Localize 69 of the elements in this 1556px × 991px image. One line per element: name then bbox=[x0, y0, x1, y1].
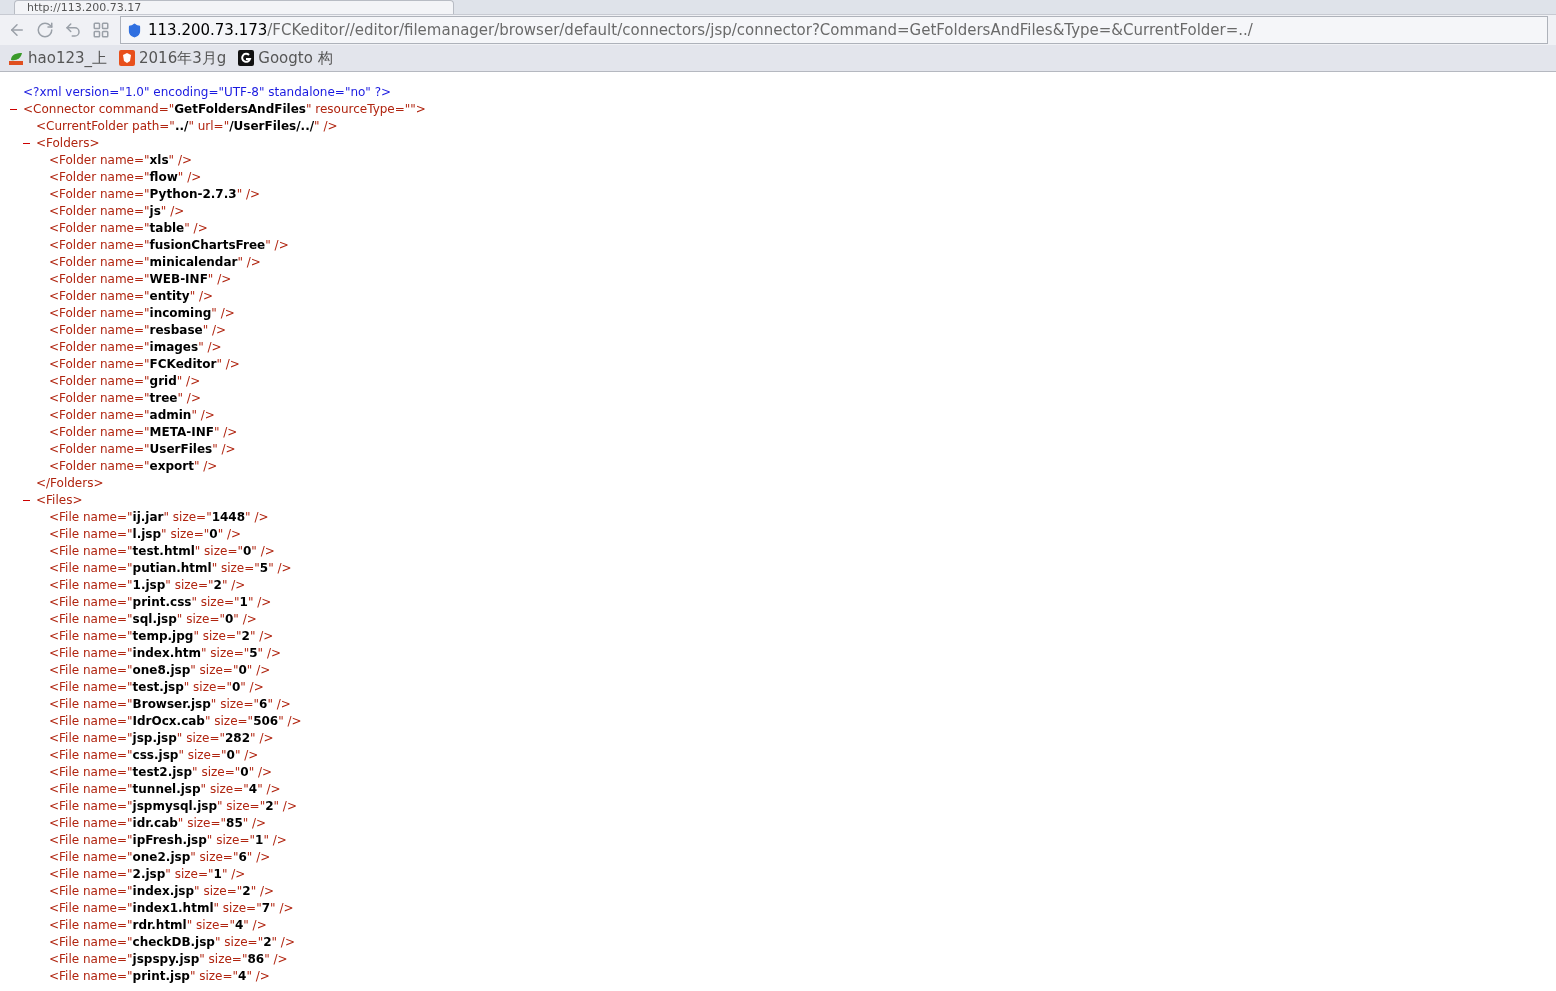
g-logo-icon bbox=[238, 50, 255, 66]
xml-element-line: <File name="jspmysql.jsp" size="2" /> bbox=[49, 798, 297, 815]
xml-element-line: <File name="one8.jsp" size="0" /> bbox=[49, 662, 271, 679]
xml-element-line: <File name="jsp.jsp" size="282" /> bbox=[49, 730, 274, 747]
xml-element-line: <File name="jspspy.jsp" size="86" /> bbox=[49, 951, 288, 968]
xml-element-line: <Folder name="resbase" /> bbox=[49, 322, 227, 339]
xml-element-line: <Folder name="images" /> bbox=[49, 339, 222, 356]
xml-element-line: <Folder name="js" /> bbox=[49, 203, 185, 220]
xml-element-line: <Folder name="admin" /> bbox=[49, 407, 215, 424]
xml-element-line: <File name="ipFresh.jsp" size="1" /> bbox=[49, 832, 287, 849]
xml-element-line: <File name="test2.jsp" size="0" /> bbox=[49, 764, 273, 781]
xml-element-line: <File name="ij.jar" size="1448" /> bbox=[49, 509, 269, 526]
bookmark-link[interactable]: Googto 构 bbox=[238, 46, 333, 70]
url-text: 113.200.73.173/FCKeditor//editor/filemanager/browser/default/connectors/jsp/connector?Command=GetFoldersAndFiles&Type=&CurrentFolder=../ bbox=[148, 19, 1253, 41]
xml-element-line: <File name="IdrOcx.cab" size="506" /> bbox=[49, 713, 302, 730]
xml-element-line: <File name="rdr.html" size="4" /> bbox=[49, 917, 267, 934]
xml-element-line: <File name="checkDB.jsp" size="2" /> bbox=[49, 934, 295, 951]
xml-element-line: <Folder name="entity" /> bbox=[49, 288, 214, 305]
shield-icon bbox=[127, 22, 142, 38]
back-icon[interactable] bbox=[8, 21, 26, 39]
xml-element-line: <File name="Browser.jsp" size="6" /> bbox=[49, 696, 291, 713]
xml-element-line: <File name="index1.html" size="7" /> bbox=[49, 900, 294, 917]
xml-element-line: <File name="index.htm" size="5" /> bbox=[49, 645, 281, 662]
xml-element-line: <Files> bbox=[36, 492, 83, 509]
xml-element-line: <File name="one2.jsp" size="6" /> bbox=[49, 849, 271, 866]
xml-element-line: <Folder name="table" /> bbox=[49, 220, 208, 237]
xml-element-line: <File name="test.html" size="0" /> bbox=[49, 543, 275, 560]
xml-element-line: <File name="sql.jsp" size="0" /> bbox=[49, 611, 257, 628]
xml-closing-tag: </Folders> bbox=[36, 475, 104, 492]
leaf-icon bbox=[8, 50, 24, 66]
xml-element-line: <File name="css.jsp" size="0" /> bbox=[49, 747, 259, 764]
xml-element-line: <File name="idr.cab" size="85" /> bbox=[49, 815, 267, 832]
bookmark-link[interactable]: hao123_上 bbox=[8, 46, 107, 70]
reload-icon[interactable] bbox=[36, 21, 54, 39]
xml-element-line: <Folder name="FCKeditor" /> bbox=[49, 356, 240, 373]
xml-element-line: <Folder name="minicalendar" /> bbox=[49, 254, 261, 271]
xml-element-line: <File name="print.jsp" size="4" /> bbox=[49, 968, 270, 985]
xml-declaration: <?xml version="1.0" encoding="UTF-8" standalone="no" ?> bbox=[23, 84, 392, 101]
xml-element-line: <File name="putian.html" size="5" /> bbox=[49, 560, 292, 577]
xml-element-line: <Folder name="flow" /> bbox=[49, 169, 202, 186]
xml-element-line: <File name="index.jsp" size="2" /> bbox=[49, 883, 275, 900]
xml-element-line: <Folder name="UserFiles" /> bbox=[49, 441, 236, 458]
xml-element-line: <Folders> bbox=[36, 135, 100, 152]
xml-element-line: <Connector command="GetFoldersAndFiles" resourceType=""> bbox=[23, 101, 426, 118]
xml-element-line: <File name="tunnel.jsp" size="4" /> bbox=[49, 781, 281, 798]
xml-element-line: <Folder name="WEB-INF" /> bbox=[49, 271, 232, 288]
xml-element-line: <Folder name="grid" /> bbox=[49, 373, 201, 390]
xml-element-line: <Folder name="incoming" /> bbox=[49, 305, 235, 322]
xml-element-line: <Folder name="tree" /> bbox=[49, 390, 201, 407]
xml-element-line: <Folder name="export" /> bbox=[49, 458, 218, 475]
xml-element-line: <Folder name="META-INF" /> bbox=[49, 424, 238, 441]
xml-element-line: <CurrentFolder path="../" url="/UserFiles/../" /> bbox=[36, 118, 338, 135]
xml-element-line: <File name="test.jsp" size="0" /> bbox=[49, 679, 264, 696]
xml-element-line: <File name="print.css" size="1" /> bbox=[49, 594, 272, 611]
address-bar[interactable]: 113.200.73.173/FCKeditor//editor/filemanager/browser/default/connectors/jsp/connector?Command=GetFoldersAndFiles&Type=&CurrentFolder=../ bbox=[120, 16, 1548, 44]
xml-element-line: <File name="temp.jpg" size="2" /> bbox=[49, 628, 274, 645]
xml-element-line: <File name="l.jsp" size="0" /> bbox=[49, 526, 242, 543]
xml-element-line: <File name="1.jsp" size="2" /> bbox=[49, 577, 246, 594]
collapse-toggle[interactable] bbox=[23, 142, 30, 145]
collapse-toggle[interactable] bbox=[23, 499, 30, 502]
collapse-toggle[interactable] bbox=[10, 108, 17, 111]
xml-element-line: <File name="2.jsp" size="1" /> bbox=[49, 866, 246, 883]
xml-element-line: <Folder name="xls" /> bbox=[49, 152, 192, 169]
browser-tab[interactable]: http://113.200.73.17 bbox=[14, 0, 454, 14]
xml-element-line: <Folder name="Python-2.7.3" /> bbox=[49, 186, 261, 203]
undo-icon[interactable] bbox=[64, 21, 82, 39]
grid-icon[interactable] bbox=[92, 21, 110, 39]
bookmark-link[interactable]: 2016年3月g bbox=[119, 46, 227, 70]
xml-element-line: <Folder name="fusionChartsFree" /> bbox=[49, 237, 289, 254]
